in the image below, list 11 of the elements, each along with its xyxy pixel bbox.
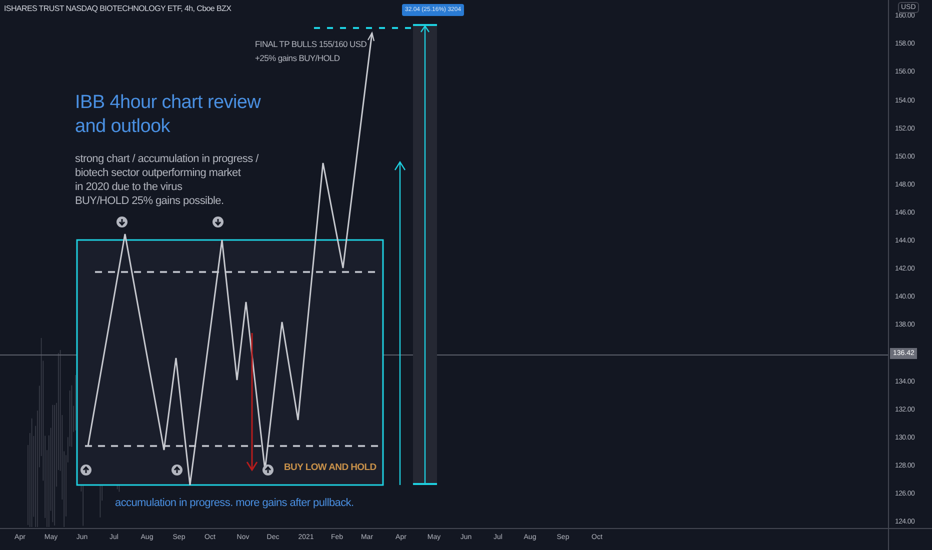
buy-label: BUY LOW AND HOLD [284,461,376,475]
footer-note: accumulation in progress. more gains after pullback. [115,496,354,510]
note-text: biotech sector outperforming market [75,166,241,180]
target-note: +25% gains BUY/HOLD [255,52,340,65]
chart-title: IBB 4hour chart review [75,92,261,114]
target-note: FINAL TP BULLS 155/160 USD [255,38,367,51]
symbol-legend: ISHARES TRUST NASDAQ BIOTECHNOLOGY ETF, 4h, Cboe BZX [4,4,232,13]
note-text: BUY/HOLD 25% gains possible. [75,194,224,208]
note-text: in 2020 due to the virus [75,180,182,194]
chart-title: and outlook [75,116,170,138]
note-text: strong chart / accumulation in progress / [75,152,258,166]
